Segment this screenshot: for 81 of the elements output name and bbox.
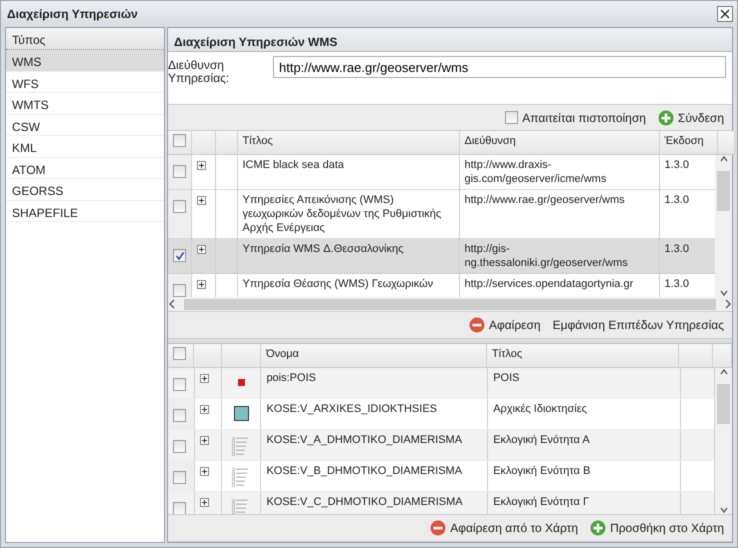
table-cell: KOSE:V_C_DHMOTIKO_DIAMERISMA <box>260 492 488 514</box>
minus-icon <box>430 520 446 536</box>
table-cell: ICME black sea data <box>237 155 459 190</box>
panel-title: Διαχείριση Υπηρεσιών WMS <box>168 28 732 52</box>
column-header[interactable]: Τίτλος <box>237 131 459 154</box>
scroll-thumb[interactable] <box>184 298 716 310</box>
sidebar-item[interactable]: WMTS <box>6 93 164 114</box>
column-header[interactable]: Όνομα <box>260 344 486 368</box>
toolbar-button[interactable]: Εμφάνιση Επιπέδων Υπηρεσίας <box>552 316 724 334</box>
sidebar-item[interactable]: ATOM <box>6 158 164 179</box>
checkbox[interactable] <box>173 284 186 297</box>
scroll-down-icon[interactable] <box>718 506 728 514</box>
table-cell: POIS <box>488 368 680 398</box>
window-title: Διαχείριση Υπηρεσιών <box>7 6 138 23</box>
checkbox[interactable] <box>173 134 186 147</box>
point-symbol-icon <box>238 378 245 386</box>
scroll-up-icon[interactable] <box>718 155 728 163</box>
checkbox[interactable] <box>173 200 186 213</box>
column-header[interactable]: Έκδοση <box>659 131 717 154</box>
column-header[interactable]: Τίτλος <box>486 344 678 368</box>
table-row[interactable]: KOSE:V_A_DHMOTIKO_DIAMERISMA Εκλογική Ενότητα Α <box>168 430 714 460</box>
field-label: Διεύθυνση Υπηρεσίας: <box>168 57 230 87</box>
close-button[interactable] <box>717 6 733 22</box>
table-row[interactable]: ICME black sea data http://www.draxis-gis.com/geoserver/icme/wms 1.3.0 <box>168 155 715 190</box>
checkbox[interactable] <box>505 111 518 124</box>
scroll-thumb[interactable] <box>717 171 730 211</box>
connect-button[interactable]: Σύνδεση <box>658 108 724 126</box>
polygon-symbol-icon <box>234 406 249 421</box>
scrollbar[interactable] <box>715 368 732 514</box>
table-cell: http://gis-ng.thessaloniki.gr/geoserver/wms <box>459 238 659 274</box>
plus-icon <box>590 520 606 536</box>
expand-icon[interactable] <box>200 404 209 414</box>
sidebar-item[interactable]: KML <box>6 136 164 158</box>
toolbar-button[interactable]: Αφαίρεση από το Χάρτη <box>430 519 578 537</box>
table-cell: Εκλογική Ενότητα Γ <box>488 492 680 514</box>
scroll-down-icon[interactable] <box>718 289 728 297</box>
minus-icon <box>468 317 485 333</box>
checkbox[interactable] <box>173 502 186 514</box>
table-cell: KOSE:V_A_DHMOTIKO_DIAMERISMA <box>260 430 488 460</box>
table-cell: Εκλογική Ενότητα Α <box>488 430 680 460</box>
checkbox[interactable] <box>173 440 186 453</box>
scroll-thumb[interactable] <box>717 384 730 424</box>
expand-icon[interactable] <box>200 436 209 445</box>
scrollbar[interactable] <box>715 155 732 297</box>
sidebar-item[interactable]: SHAPEFILE <box>6 200 164 222</box>
legend-icon <box>232 499 250 514</box>
expand-icon[interactable] <box>196 160 206 170</box>
sidebar-item[interactable]: WMS <box>6 50 164 72</box>
toolbar-button[interactable]: Προσθήκη στο Χάρτη <box>590 519 724 537</box>
horizontal-scrollbar[interactable] <box>168 297 732 311</box>
table-cell: pois:POIS <box>260 368 488 398</box>
checkbox[interactable] <box>173 249 186 262</box>
checkbox[interactable] <box>173 347 186 360</box>
scroll-up-icon[interactable] <box>718 368 728 376</box>
close-icon <box>720 9 730 19</box>
expand-icon[interactable] <box>196 244 206 254</box>
checkbox-label: Απαιτείται πιστοποίηση <box>522 110 646 126</box>
sidebar-item[interactable]: WFS <box>6 72 164 93</box>
table-row[interactable]: Υπηρεσία WMS Δ.Θεσσαλονίκης http://gis-ng.thessaloniki.gr/geoserver/wms 1.3.0 <box>168 238 715 274</box>
checkbox[interactable] <box>173 378 186 391</box>
table-row[interactable]: pois:POIS POIS <box>168 368 714 398</box>
expand-icon[interactable] <box>200 498 209 507</box>
table-cell: http://www.draxis-gis.com/geoserver/icme/wms <box>459 155 659 190</box>
url-field[interactable]: http://www.rae.gr/geoserver/wms <box>273 56 726 78</box>
expand-icon[interactable] <box>196 196 206 205</box>
legend-icon <box>232 437 250 457</box>
table-cell: Υπηρεσία WMS Δ.Θεσσαλονίκης <box>237 238 459 274</box>
column-header[interactable]: Διεύθυνση <box>459 131 659 154</box>
expand-icon[interactable] <box>196 280 206 289</box>
expand-icon[interactable] <box>200 466 209 476</box>
sidebar-item[interactable]: GEORSS <box>6 179 164 200</box>
plus-icon <box>658 110 674 126</box>
table-cell: 1.3.0 <box>659 238 715 274</box>
sidebar-item[interactable]: CSW <box>6 114 164 136</box>
checkbox[interactable] <box>173 471 186 484</box>
expand-icon[interactable] <box>200 374 209 383</box>
checkbox[interactable] <box>173 409 186 422</box>
column-header: Τύπος <box>6 28 164 50</box>
checkbox[interactable] <box>173 165 186 178</box>
legend-icon <box>232 468 250 488</box>
toolbar-button[interactable]: Αφαίρεση <box>468 316 541 334</box>
